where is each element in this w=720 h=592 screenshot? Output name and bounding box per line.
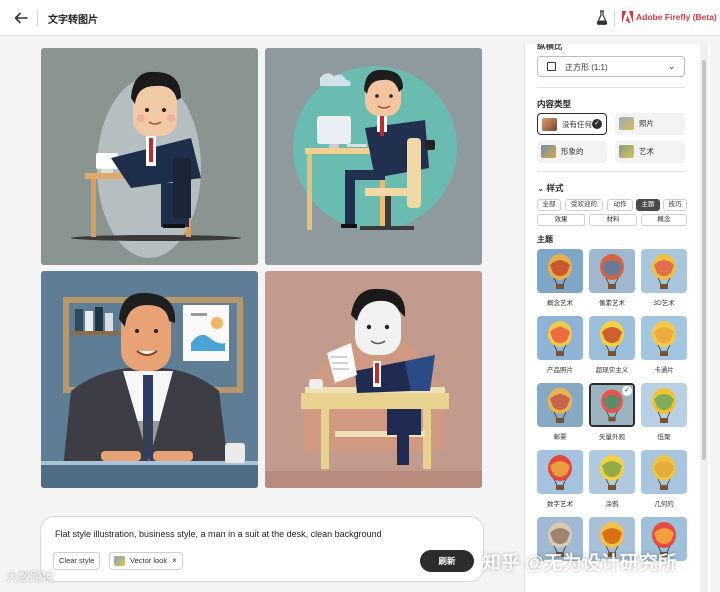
theme-label: 产品照片 — [547, 367, 573, 374]
theme-label: 数字艺术 — [547, 501, 573, 508]
flask-icon[interactable] — [596, 10, 608, 25]
theme-card[interactable] — [641, 249, 687, 293]
theme-label: 几何的 — [654, 501, 674, 508]
watermark-left-text: 大数跨境 — [6, 570, 55, 584]
theme-label: 卡通片 — [654, 367, 674, 374]
content-type-thumbnail — [542, 118, 557, 131]
header-divider — [614, 10, 615, 26]
result-image-2[interactable] — [265, 48, 482, 265]
theme-card[interactable] — [537, 249, 583, 293]
content-type-photo[interactable]: 照片 — [615, 113, 685, 135]
businessman-at-desk-illustration — [41, 48, 258, 265]
style-tab-concepts[interactable]: 概念 — [641, 214, 687, 226]
result-image-1[interactable] — [41, 48, 258, 265]
theme-label: 低聚 — [657, 434, 671, 441]
hot-air-balloon-thumbnail — [589, 450, 635, 494]
checkmark-icon: ✓ — [622, 386, 632, 396]
theme-label: 概念艺术 — [547, 300, 573, 307]
brand-name[interactable]: Adobe Firefly (Beta) — [636, 12, 717, 22]
theme-card[interactable] — [537, 383, 583, 427]
theme-card[interactable] — [641, 383, 687, 427]
style-tab-materials[interactable]: 材料 — [589, 214, 637, 226]
theme-label: 涂鸦 — [605, 501, 619, 508]
hot-air-balloon-thumbnail — [641, 450, 687, 494]
hot-air-balloon-thumbnail — [641, 249, 687, 293]
content-type-graphic[interactable]: 形象的 — [537, 141, 607, 163]
theme-card[interactable] — [589, 249, 635, 293]
businessman-portrait-illustration — [41, 271, 258, 488]
chevron-down-icon: ⌄ — [668, 62, 675, 71]
content-type-art[interactable]: 艺术 — [615, 141, 685, 163]
theme-title: 主题 — [537, 235, 553, 244]
style-chip-label: Vector look — [130, 556, 168, 565]
content-type-label: 照片 — [639, 119, 654, 128]
refresh-button[interactable]: 刷新 — [420, 550, 474, 572]
hot-air-balloon-thumbnail — [641, 383, 687, 427]
style-tab-all[interactable]: 全部 — [537, 199, 561, 211]
theme-label: 邮票 — [553, 434, 567, 441]
adobe-logo-icon — [622, 11, 633, 23]
styles-title: 样式 — [546, 183, 564, 193]
checkmark-icon: ✓ — [592, 119, 602, 129]
hot-air-balloon-thumbnail — [641, 316, 687, 360]
styles-section-header[interactable]: ⌄ 样式 — [537, 182, 564, 194]
divider — [537, 87, 685, 88]
hot-air-balloon-thumbnail — [589, 249, 635, 293]
content-type-none[interactable]: 没有任何 ✓ — [537, 113, 607, 135]
aspect-ratio-select[interactable]: 正方形 (1:1) ⌄ — [537, 56, 685, 77]
arrow-left-icon[interactable] — [12, 9, 30, 27]
hot-air-balloon-thumbnail — [589, 316, 635, 360]
page-title: 文字转图片 — [48, 15, 98, 26]
content-type-label: 艺术 — [639, 147, 654, 156]
theme-card[interactable] — [589, 450, 635, 494]
style-tab-motion[interactable]: 动作 — [607, 199, 633, 211]
style-chip-vector-look[interactable]: Vector look × — [109, 552, 183, 570]
watermark-text: 知乎 @无为设计研究所 — [482, 553, 677, 574]
style-thumbnail — [114, 556, 125, 566]
content-type-label: 没有任何 — [562, 120, 592, 129]
theme-label: 3D艺术 — [653, 300, 675, 307]
content-type-thumbnail — [619, 117, 634, 130]
theme-label: 像素艺术 — [599, 300, 625, 307]
hot-air-balloon-thumbnail — [537, 249, 583, 293]
style-tab-theme[interactable]: 主题 — [636, 199, 660, 211]
remove-chip-icon[interactable]: × — [172, 556, 177, 565]
businessman-at-computer-illustration — [265, 48, 482, 265]
panel-scroll-thumb[interactable] — [702, 60, 706, 460]
content-type-thumbnail — [619, 145, 634, 158]
theme-label: 超现实主义 — [595, 367, 629, 374]
result-image-3[interactable] — [41, 271, 258, 488]
top-bar: 文字转图片 Adobe Firefly (Beta) — [0, 0, 720, 36]
style-tab-popular[interactable]: 受欢迎的 — [565, 199, 603, 211]
prompt-input[interactable]: Flat style illustration, business style,… — [55, 529, 382, 539]
chevron-down-icon: ⌄ — [537, 183, 545, 193]
content-type-thumbnail — [541, 145, 556, 158]
businessman-reading-illustration — [265, 271, 482, 488]
square-icon — [547, 62, 556, 71]
theme-card[interactable] — [641, 450, 687, 494]
header-divider — [37, 10, 38, 26]
aspect-ratio-title: 纵横比 — [537, 44, 563, 51]
theme-card[interactable] — [641, 316, 687, 360]
theme-card[interactable] — [537, 316, 583, 360]
style-tab-technique[interactable]: 技巧 — [663, 199, 687, 211]
theme-card[interactable]: ✓ — [589, 383, 635, 427]
result-image-4[interactable] — [265, 271, 482, 488]
theme-card[interactable] — [589, 316, 635, 360]
settings-panel: 纵横比 正方形 (1:1) ⌄ 内容类型 没有任何 ✓ 照片 形象的 艺术 ⌄ … — [524, 44, 710, 592]
divider — [537, 171, 685, 172]
style-tab-effects[interactable]: 效果 — [537, 214, 585, 226]
theme-card[interactable] — [537, 450, 583, 494]
prompt-panel: Flat style illustration, business style,… — [40, 516, 484, 582]
content-type-label: 形象的 — [561, 147, 584, 156]
hot-air-balloon-thumbnail — [537, 316, 583, 360]
clear-style-button[interactable]: Clear style — [53, 552, 101, 570]
aspect-ratio-value: 正方形 (1:1) — [565, 63, 608, 72]
theme-label: 矢量外观 — [599, 434, 625, 441]
content-type-title: 内容类型 — [537, 99, 572, 109]
hot-air-balloon-thumbnail — [537, 383, 583, 427]
hot-air-balloon-thumbnail — [537, 450, 583, 494]
